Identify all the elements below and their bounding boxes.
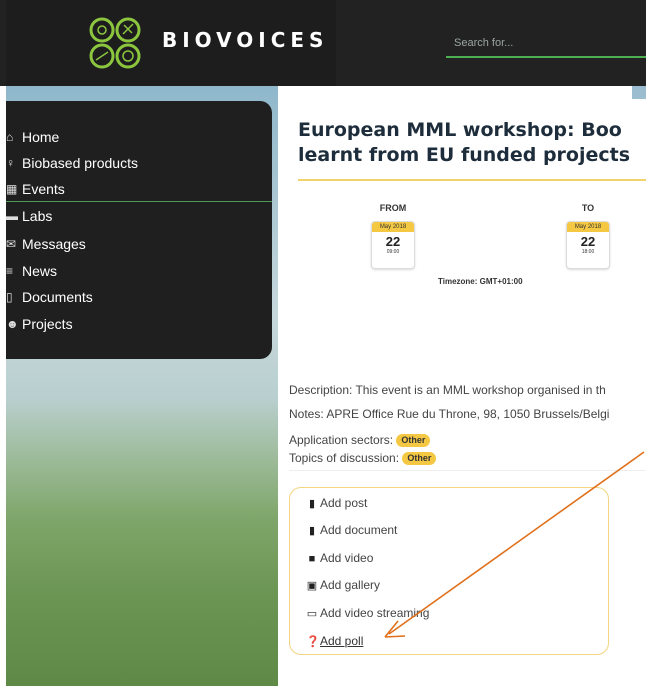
sidebar-item-documents[interactable]: ▯ Documents [6,286,272,308]
add-gallery-button[interactable]: ▣ Add gallery [306,577,380,593]
brand-name: BIOVOICES [162,28,329,52]
sidebar-item-label: Events [22,181,65,197]
sidebar-item-messages[interactable]: ✉ Messages [6,233,272,255]
topics-label: Topics of discussion: [289,451,400,465]
sidebar-item-label: Biobased products [22,155,138,171]
to-day: 22 [580,234,596,249]
add-post-label: Add post [320,496,368,510]
sidebar-item-events[interactable]: ▦ Events [6,178,272,200]
add-content-box [289,487,609,655]
file-icon: ▮ [308,525,316,537]
add-poll-button[interactable]: ❓Add poll [306,633,363,649]
topic-tag[interactable]: Other [402,452,437,466]
document-icon: ▯ [6,290,13,304]
to-time: 18:00 [581,249,595,255]
sidebar-item-labs[interactable]: ▬ Labs [6,205,272,227]
event-title-line-1: European MML workshop: Boo [298,119,622,141]
gallery-icon: ▣ [306,580,318,592]
from-day: 22 [385,234,401,249]
add-gallery-label: Add gallery [320,578,381,592]
sidebar-item-label: Documents [22,289,93,305]
top-header: BIOVOICES [0,0,646,86]
biovoices-logo-icon[interactable] [88,16,142,70]
from-label: FROM [379,203,407,213]
add-video-label: Add video [320,551,374,565]
sidebar-item-home[interactable]: ⌂ Home [6,126,272,148]
home-icon: ⌂ [6,130,14,144]
menu-divider [6,201,272,202]
users-icon: ☻ [6,317,19,331]
application-sectors-label: Application sectors: [289,433,394,447]
envelope-icon: ✉ [6,237,17,251]
sidebar-item-label: News [22,263,58,279]
event-title-line-2: learnt from EU funded projects [298,144,631,166]
lightbulb-icon: ♀ [6,156,15,170]
add-video-streaming-label: Add video streaming [320,606,430,620]
from-date-calendar: May 2018 22 09:00 [371,221,415,269]
calendar-icon: ▦ [6,182,18,196]
add-document-label: Add document [320,523,398,537]
search-input[interactable] [446,30,646,58]
sidebar-menu: ⌂ Home ♀ Biobased products ▦ Events ▬ La… [6,101,272,359]
sidebar-item-projects[interactable]: ☻ Projects [6,313,272,335]
sidebar-item-label: Home [22,129,60,145]
briefcase-icon: ▬ [6,209,18,223]
timezone-label: Timezone: GMT+01:00 [438,277,523,286]
from-month: May 2018 [372,222,414,232]
to-month: May 2018 [567,222,609,232]
sidebar-item-label: Projects [22,316,73,332]
add-document-button[interactable]: ▮ Add document [306,522,397,538]
video-camera-icon: ■ [308,553,316,565]
add-video-streaming-button[interactable]: ▭ Add video streaming [306,605,430,621]
question-circle-icon: ❓ [306,636,320,648]
to-label: TO [581,203,595,213]
add-post-button[interactable]: ▮ Add post [306,495,367,511]
topics-of-discussion: Topics of discussion: Other [289,451,437,466]
monitor-icon: ▭ [306,608,318,620]
newspaper-icon: ≡ [6,264,14,278]
add-video-button[interactable]: ■ Add video [306,550,374,566]
title-underline [298,179,646,181]
sidebar-item-biobased-products[interactable]: ♀ Biobased products [6,152,272,174]
event-notes: Notes: APRE Office Rue du Throne, 98, 10… [289,407,610,421]
add-poll-link[interactable]: Add poll [320,634,363,648]
application-sector-tag[interactable]: Other [396,434,431,448]
sidebar-item-label: Labs [22,208,53,224]
application-sectors: Application sectors: Other [289,433,431,448]
event-title: European MML workshop: Boo learnt from E… [298,118,646,168]
from-time: 09:00 [386,249,400,255]
event-description: Description: This event is an MML worksh… [289,383,606,397]
sidebar-item-news[interactable]: ≡ News [6,260,272,282]
info-divider [289,470,646,471]
to-date-calendar: May 2018 22 18:00 [566,221,610,269]
clipboard-icon: ▮ [308,498,316,510]
sidebar-item-label: Messages [22,236,86,252]
